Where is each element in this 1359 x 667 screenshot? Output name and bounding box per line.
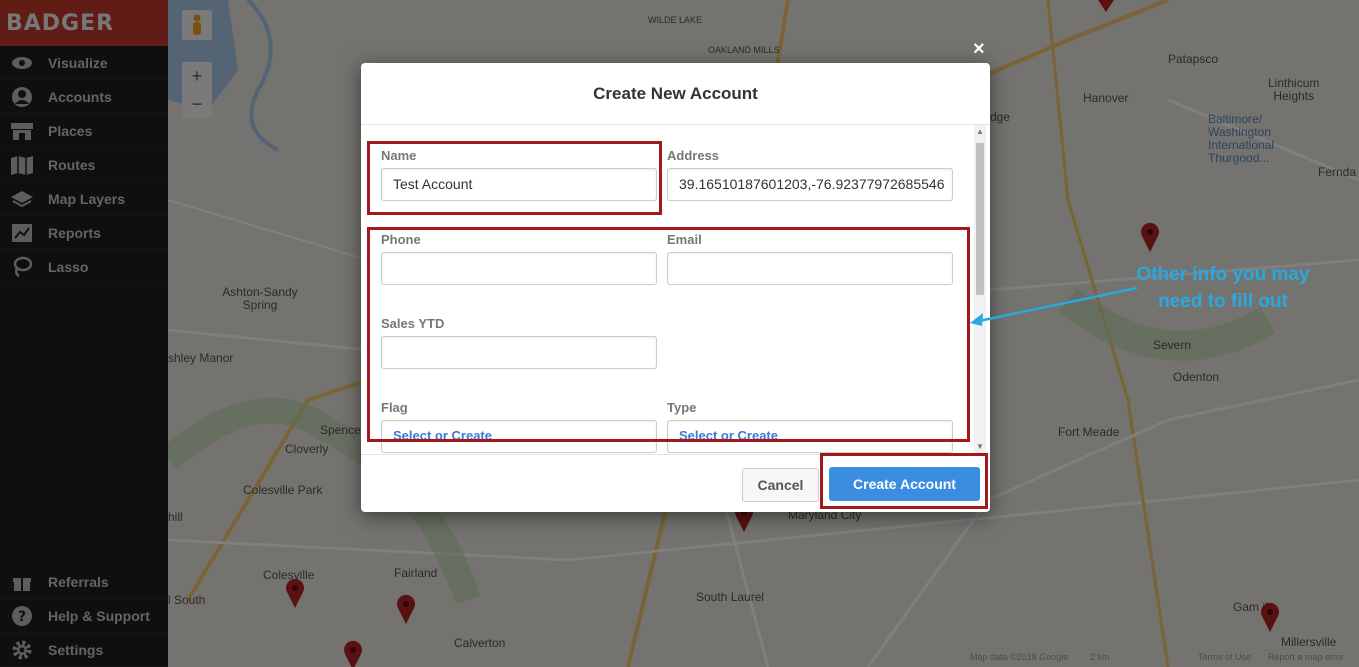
address-label: Address <box>667 148 720 163</box>
address-input[interactable]: 39.16510187601203,-76.92377972685546 <box>667 168 953 201</box>
scrollbar-thumb[interactable] <box>976 143 984 295</box>
annotation-callout: Other info you may need to fill out <box>1136 264 1310 312</box>
address-field-group: Address 39.16510187601203,-76.9237797268… <box>667 148 953 201</box>
annotation-box-create <box>820 453 988 509</box>
annotation-box-other-info <box>367 227 970 442</box>
cancel-button[interactable]: Cancel <box>742 468 819 502</box>
close-icon[interactable]: × <box>973 38 985 61</box>
annotation-box-name <box>367 141 662 215</box>
scroll-up-icon[interactable]: ▲ <box>976 127 984 136</box>
modal-title: Create New Account <box>593 83 758 103</box>
scroll-down-icon[interactable]: ▼ <box>976 442 984 451</box>
annotation-arrow-icon <box>970 286 1138 326</box>
modal-header: Create New Account <box>361 63 990 125</box>
